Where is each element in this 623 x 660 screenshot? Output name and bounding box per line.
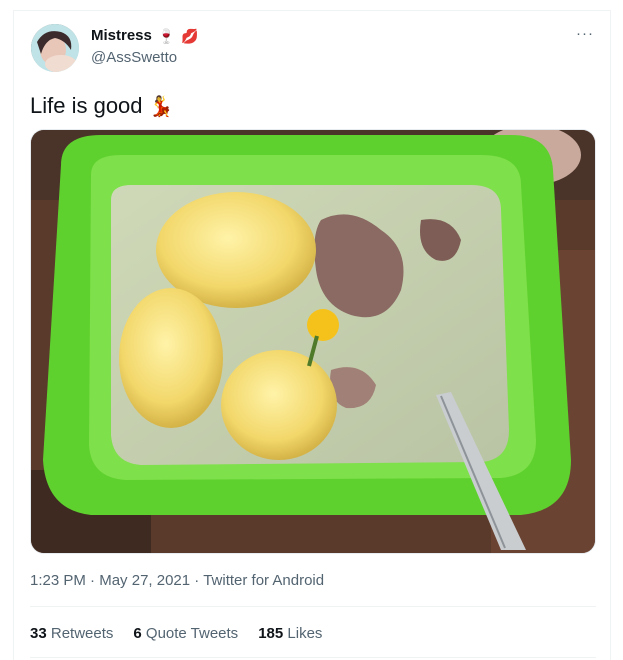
retweets-stat[interactable]: 33 Retweets	[30, 625, 113, 642]
quote-tweets-label: Quote Tweets	[145, 625, 239, 642]
meta-separator: ·	[194, 572, 200, 589]
tweet-text: Life is good 💃	[30, 93, 174, 119]
retweets-count: 33	[30, 625, 47, 642]
tweet-date[interactable]: May 27, 2021	[99, 572, 190, 589]
divider	[30, 606, 596, 607]
quote-tweets-stat[interactable]: 6 Quote Tweets	[133, 625, 238, 642]
avatar-image	[31, 24, 79, 72]
retweets-label: Retweets	[50, 625, 114, 642]
user-handle[interactable]: @AssSwetto	[91, 49, 177, 66]
wine-glass-icon: 🍷	[157, 27, 176, 44]
likes-count: 185	[258, 625, 284, 642]
divider	[30, 657, 596, 658]
likes-label: Likes	[287, 625, 323, 642]
quote-tweets-count: 6	[133, 625, 142, 642]
meta-separator: ·	[90, 572, 96, 589]
tweet-time[interactable]: 1:23 PM	[30, 572, 86, 589]
name-row: Mistress 🍷 💋	[91, 27, 199, 44]
avatar[interactable]	[31, 24, 79, 72]
tweet-card: Mistress 🍷 💋 @AssSwetto ··· Life is good…	[13, 10, 611, 660]
dancer-icon: 💃	[148, 96, 174, 118]
lips-icon: 💋	[181, 27, 199, 44]
soup-photo-image	[31, 130, 595, 553]
more-options-icon[interactable]: ···	[576, 25, 594, 42]
tweet-text-body: Life is good	[30, 93, 143, 118]
tweet-source[interactable]: Twitter for Android	[203, 572, 324, 589]
tweet-meta: 1:23 PM · May 27, 2021 · Twitter for And…	[30, 572, 324, 589]
display-name[interactable]: Mistress	[91, 27, 152, 44]
tweet-photo[interactable]	[30, 129, 596, 554]
engagement-stats: 33 Retweets 6 Quote Tweets 185 Likes	[30, 625, 322, 642]
likes-stat[interactable]: 185 Likes	[258, 625, 322, 642]
